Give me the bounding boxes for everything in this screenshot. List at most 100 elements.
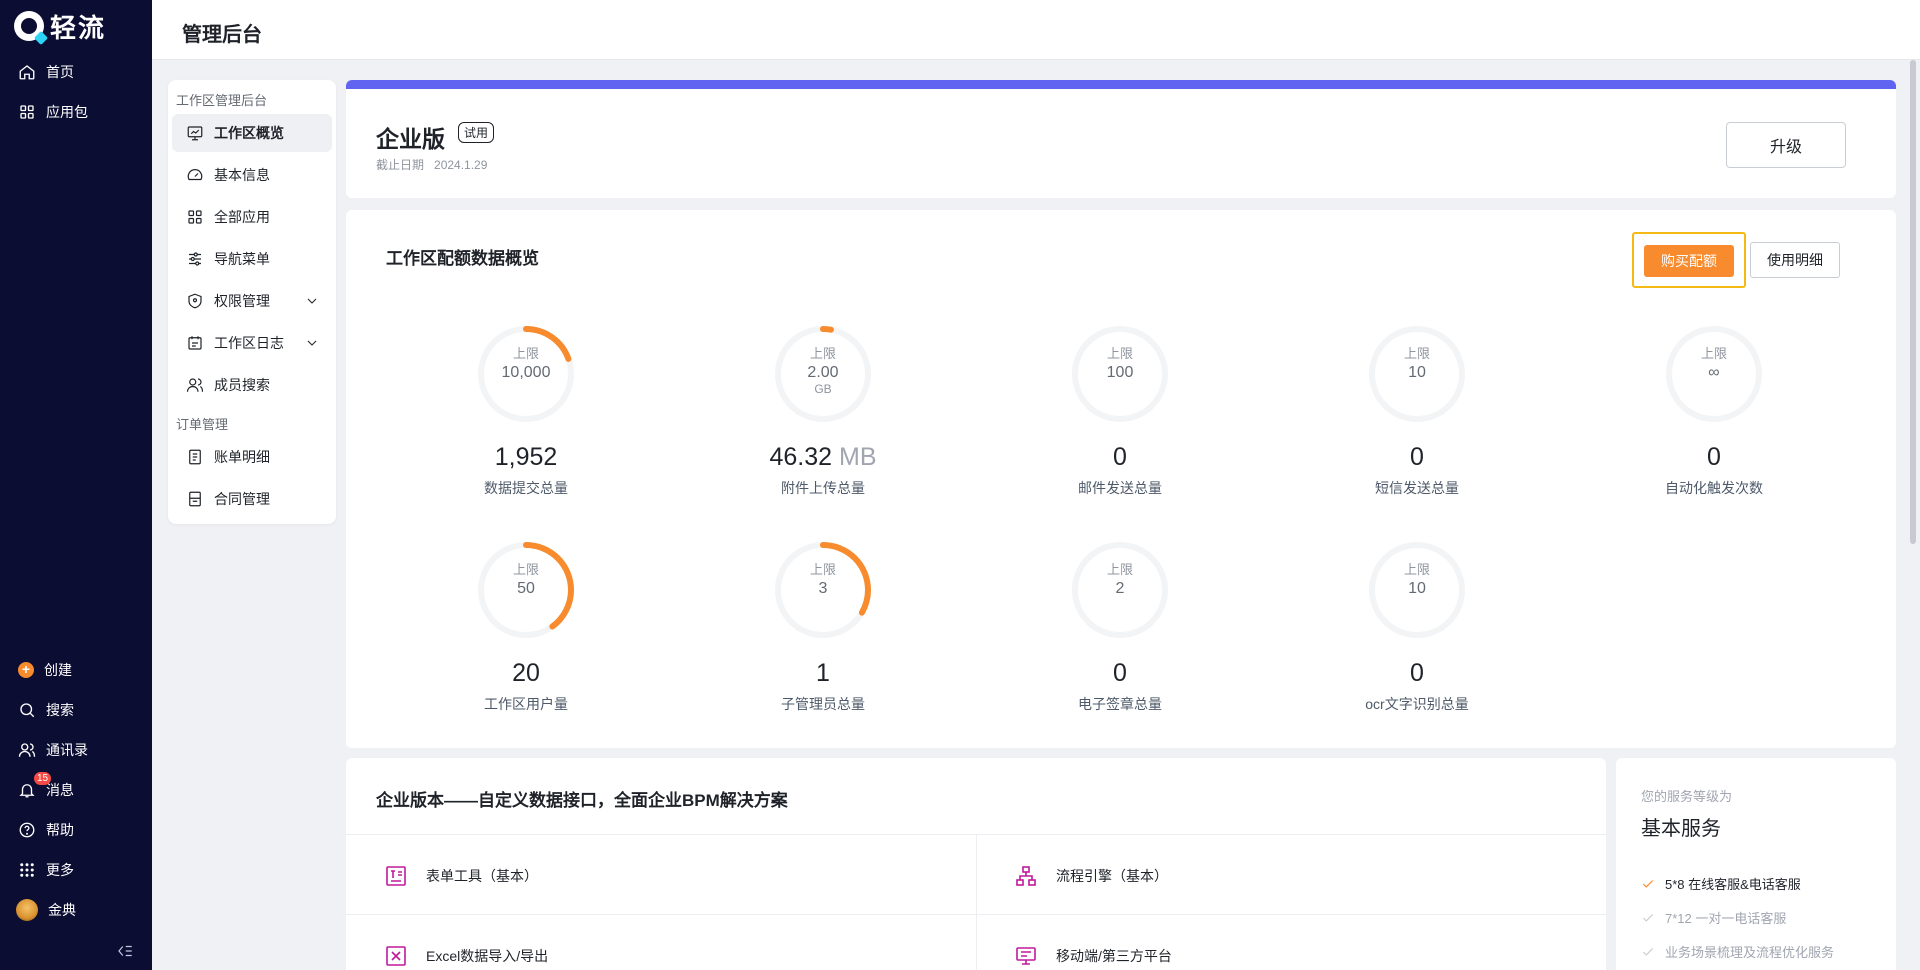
limit-value: ∞ [1708, 364, 1720, 381]
submenu-item-basic-info[interactable]: 基本信息 [172, 156, 332, 194]
calendar-icon [188, 336, 202, 350]
submenu-group-orders: 订单管理 [176, 417, 229, 432]
chevron-down-icon [307, 298, 317, 304]
service-item: 7*12 一对一电话客服 [1641, 908, 1786, 927]
submenu-item-permissions[interactable]: 权限管理 [172, 282, 332, 320]
submenu-item-label: 权限管理 [214, 293, 270, 309]
limit-label: 上限 [1403, 346, 1430, 361]
quota-ring-text: 上限 ∞ [1664, 344, 1764, 382]
metric-value-number: 0 [1410, 443, 1424, 471]
submenu-item-member-search[interactable]: 成员搜索 [172, 366, 332, 404]
nav-messages[interactable]: 15 消息 [18, 772, 74, 802]
quota-ring-text: 上限 50 [476, 560, 576, 598]
expiry-date: 2024.1.29 [434, 158, 488, 172]
flow-icon [1016, 866, 1036, 886]
shield-icon [188, 293, 202, 309]
nav-create-label: 创建 [44, 662, 72, 678]
nav-home[interactable]: 首页 [18, 60, 74, 84]
quota-ring: 上限 10,000 [476, 324, 576, 424]
quota-metric: 上限 3 1 子管理员总量 [723, 540, 923, 714]
metric-label: 附件上传总量 [781, 480, 865, 496]
quota-metric: 上限 50 20 工作区用户量 [426, 540, 626, 714]
metric-value: 1,952 [426, 442, 626, 472]
metric-label: 邮件发送总量 [1078, 480, 1162, 496]
quota-metric: 上限 100 0 邮件发送总量 [1020, 324, 1220, 498]
quota-ring: 上限 3 [773, 540, 873, 640]
service-level-title: 基本服务 [1641, 818, 1721, 840]
page-title: 管理后台 [182, 24, 262, 46]
service-item-text: 5*8 在线客服&电话客服 [1665, 877, 1801, 892]
features-title: 企业版本——自定义数据接口，全面企业BPM解决方案 [376, 791, 788, 810]
quota-overview-card: 工作区配额数据概览 购买配额 使用明细 上限 10,000 1,952 数据提交总量上… [346, 210, 1896, 748]
quota-metric: 上限 10,000 1,952 数据提交总量 [426, 324, 626, 498]
nav-help[interactable]: 帮助 [18, 818, 74, 842]
users-icon [186, 378, 204, 392]
submenu-item-label: 基本信息 [214, 167, 270, 183]
metric-value: 20 [426, 658, 626, 688]
submenu-item-bills[interactable]: 账单明细 [172, 438, 332, 476]
nav-more[interactable]: 更多 [18, 858, 74, 882]
nav-search[interactable]: 搜索 [18, 698, 74, 722]
nav-contacts[interactable]: 通讯录 [18, 738, 88, 762]
plan-expiry: 截止日期 2024.1.29 [376, 156, 487, 173]
chevron-down-icon [307, 340, 317, 346]
metric-value: 0 [1317, 442, 1517, 472]
metric-label: 数据提交总量 [484, 480, 568, 496]
collapse-sidebar-button[interactable] [116, 942, 134, 960]
feature-label: 表单工具（基本） [426, 868, 538, 884]
plan-card: 企业版 试用 截止日期 2024.1.29 升级 [346, 80, 1896, 198]
feature-label: 移动端/第三方平台 [1056, 948, 1172, 964]
search-icon [20, 703, 35, 718]
service-level-card: 您的服务等级为 基本服务 5*8 在线客服&电话客服 7*12 一对一电话客服 … [1616, 758, 1896, 970]
nav-app-packages[interactable]: 应用包 [18, 100, 88, 124]
nav-create[interactable]: + 创建 [18, 658, 72, 682]
nav-app-packages-label: 应用包 [46, 104, 88, 120]
limit-label: 上限 [1106, 562, 1133, 577]
expiry-label: 截止日期 [376, 158, 425, 172]
metric-label: 子管理员总量 [781, 696, 865, 712]
excel-icon [386, 946, 406, 966]
logo-text: 轻流 [50, 12, 107, 43]
avatar [16, 899, 38, 921]
feature-mobile-platform: 移动端/第三方平台 [1014, 944, 1172, 968]
metric-value: 0 [1317, 658, 1517, 688]
submenu-item-overview[interactable]: 工作区概览 [172, 114, 332, 152]
limit-value: 50 [517, 580, 535, 597]
limit-label: 上限 [1403, 562, 1430, 577]
check-icon [1641, 911, 1655, 925]
quota-ring-text: 上限 10 [1367, 560, 1467, 598]
limit-value: 100 [1106, 364, 1134, 381]
limit-value: 3 [818, 580, 828, 597]
service-level-label: 您的服务等级为 [1641, 789, 1733, 804]
upgrade-button[interactable]: 升级 [1726, 122, 1846, 168]
submenu-item-all-apps[interactable]: 全部应用 [172, 198, 332, 236]
limit-value: 10,000 [501, 364, 551, 381]
limit-label: 上限 [809, 562, 836, 577]
metric-value: 1 [723, 658, 923, 688]
submenu-item-workspace-log[interactable]: 工作区日志 [172, 324, 332, 362]
edition-features-card: 企业版本——自定义数据接口，全面企业BPM解决方案 表单工具（基本） 流程引擎（… [346, 758, 1606, 970]
usage-details-button[interactable]: 使用明细 [1750, 242, 1840, 278]
quota-ring: 上限 100 [1070, 324, 1170, 424]
quota-ring: 上限 2.00 GB [773, 324, 873, 424]
contacts-icon [18, 743, 36, 757]
quota-ring-text: 上限 2.00 GB [773, 344, 873, 396]
page-scrollbar[interactable] [1910, 60, 1916, 544]
feature-form-tool: 表单工具（基本） [384, 864, 538, 888]
limit-value: 10 [1408, 580, 1426, 597]
quota-ring: 上限 10 [1367, 540, 1467, 640]
buy-quota-button[interactable]: 购买配额 [1644, 245, 1734, 277]
sliders-icon [189, 252, 201, 266]
metric-value: 0 [1020, 442, 1220, 472]
submenu-item-label: 全部应用 [214, 209, 270, 225]
metric-label: ocr文字识别总量 [1365, 696, 1469, 712]
plan-accent-bar [346, 80, 1896, 89]
submenu-item-contracts[interactable]: 合同管理 [172, 480, 332, 518]
nav-search-label: 搜索 [46, 702, 74, 718]
metric-value-number: 0 [1410, 659, 1424, 687]
nav-user-profile[interactable]: 金典 [16, 898, 76, 922]
brand-logo[interactable]: 轻流 [14, 8, 106, 44]
top-header: 管理后台 [152, 0, 1920, 60]
metric-label: 自动化触发次数 [1665, 480, 1763, 496]
submenu-item-nav-menu[interactable]: 导航菜单 [172, 240, 332, 278]
